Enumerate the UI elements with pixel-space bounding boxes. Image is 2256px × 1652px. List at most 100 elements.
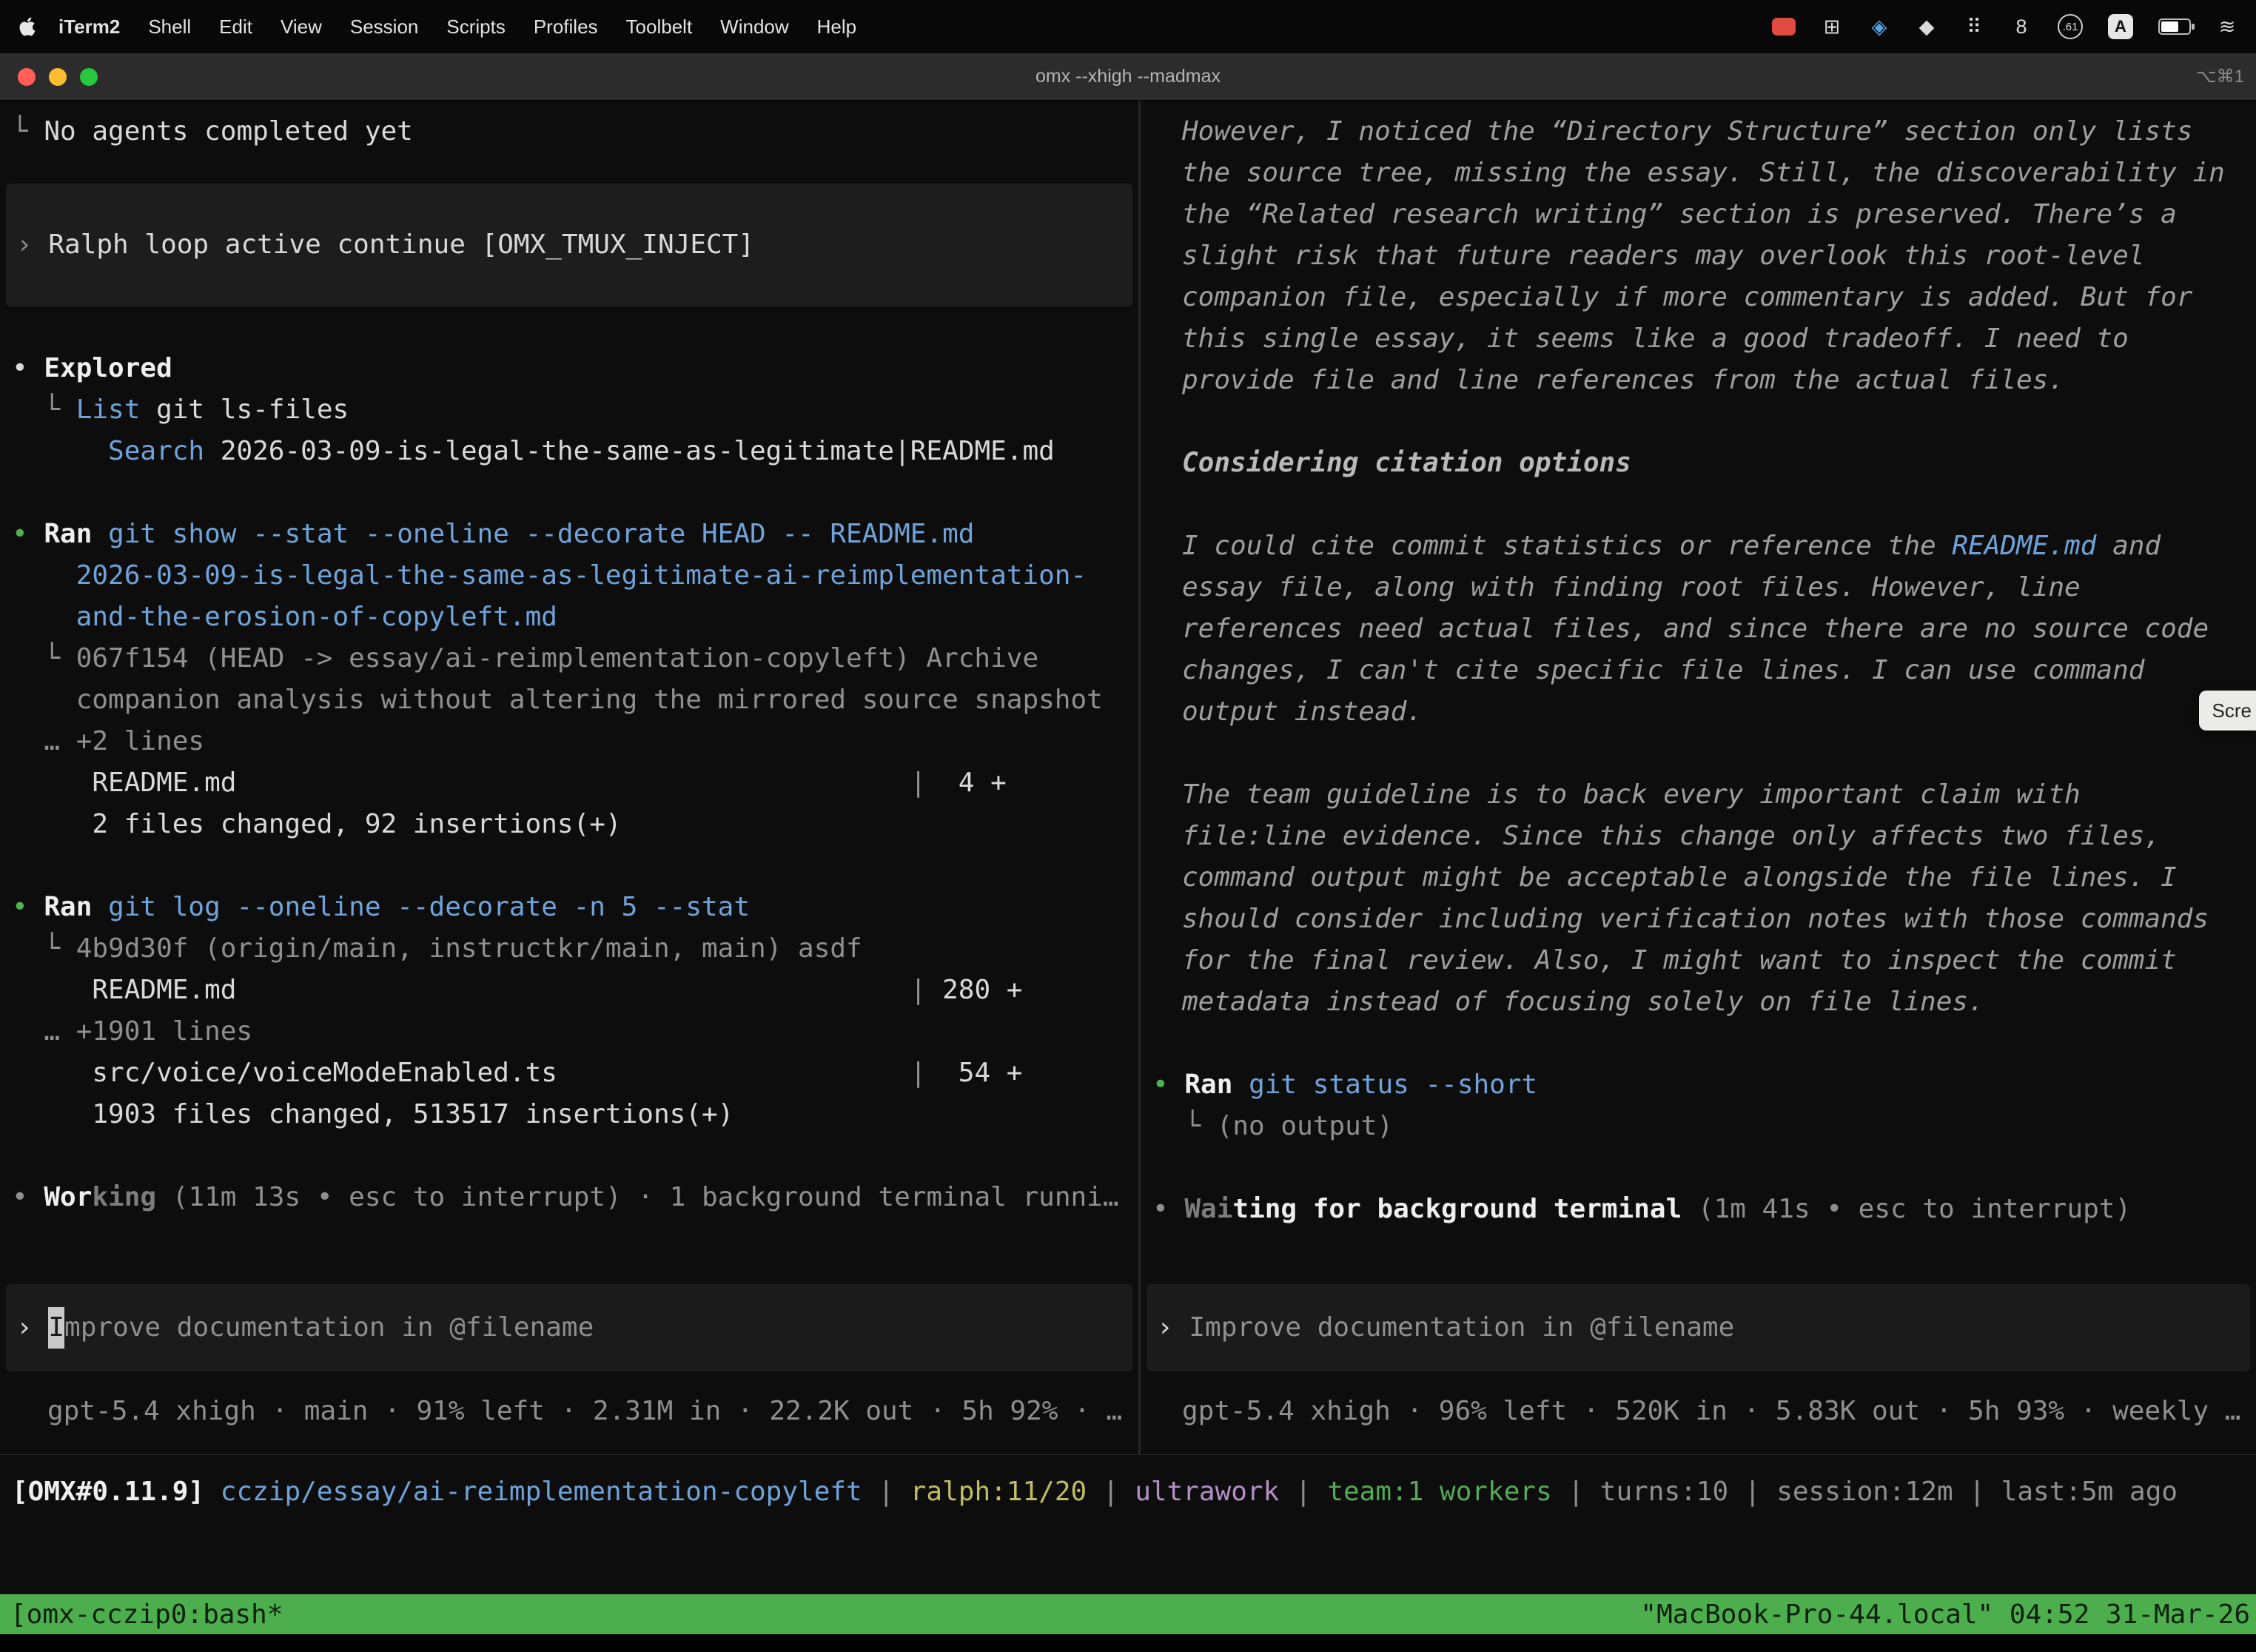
text-segment: (1m 41s • esc to interrupt) [1682, 1194, 2131, 1224]
minimize-button[interactable] [49, 68, 67, 86]
tmux-host-clock: "MacBook-Pro-44.local" 04:52 31-Mar-26 [1640, 1599, 2256, 1630]
menu-iterm2[interactable]: iTerm2 [44, 16, 134, 38]
terminal-bottom-gap [0, 1513, 2256, 1594]
wifi-icon[interactable]: ≋ [2216, 13, 2238, 41]
model-status-line: gpt-5.4 xhigh · main · 91% left · 2.31M … [0, 1391, 1138, 1432]
screen: iTerm2ShellEditViewSessionScriptsProfile… [0, 0, 2256, 1652]
terminal-line: └ 067f154 (HEAD -> essay/ai-reimplementa… [0, 638, 1138, 679]
text-segment: | [862, 1477, 910, 1507]
text-segment: › [16, 224, 48, 266]
git-show-command-line: • Ran git show --stat --oneline --decora… [0, 514, 1138, 555]
menu-edit[interactable]: Edit [205, 16, 266, 38]
menu-window[interactable]: Window [706, 16, 802, 38]
text-segment: git ls-files [140, 394, 349, 425]
terminal-window: └ No agents completed yet › Ralph loop ac… [0, 101, 2256, 1594]
app-dark-icon[interactable]: ◆ [1916, 13, 1938, 41]
prompt-input[interactable]: › Improve documentation in @filename [1147, 1284, 2250, 1371]
menu-profiles[interactable]: Profiles [520, 16, 612, 38]
close-button[interactable] [18, 68, 36, 86]
screen-recording-indicator[interactable] [1772, 18, 1796, 36]
text-segment: Considering citation options [1182, 448, 1631, 478]
text-segment: last:5m ago [2001, 1477, 2178, 1507]
window-grid-icon[interactable]: ⊞ [1821, 13, 1843, 41]
battery-icon[interactable] [2158, 19, 2191, 35]
tmux-pane-right: However, I noticed the “Directory Struct… [1141, 101, 2256, 1454]
menu-view[interactable]: View [266, 16, 336, 38]
text-segment: Wai [1184, 1194, 1232, 1224]
gauge-61-icon[interactable]: .61 [2058, 14, 2083, 39]
menu-toolbelt[interactable]: Toolbelt [612, 16, 707, 38]
text-segment: Search [108, 436, 204, 466]
working-status-line: • Working (11m 13s • esc to interrupt) ·… [0, 1177, 1138, 1218]
menu-shell[interactable]: Shell [134, 16, 205, 38]
tmux-pane-left: └ No agents completed yet › Ralph loop ac… [0, 101, 1138, 1454]
menu-help[interactable]: Help [803, 16, 870, 38]
agents-status-line: └ No agents completed yet [0, 111, 1138, 152]
text-segment: 4 + [926, 768, 1006, 798]
text-segment: | [1552, 1477, 1600, 1507]
text-segment: └ 4b9d30f (origin/main, instructkr/main,… [12, 933, 862, 964]
text-segment: ultrawork [1135, 1477, 1279, 1507]
text-segment: 1903 files changed, 513517 insertions(+) [12, 1099, 733, 1129]
menu-scripts[interactable]: Scripts [432, 16, 519, 38]
terminal-line: 1903 files changed, 513517 insertions(+) [0, 1094, 1138, 1135]
text-segment: › [16, 1307, 48, 1349]
text-segment: README.md [12, 768, 910, 798]
screen-share-tooltip[interactable]: Scre [2199, 691, 2256, 731]
text-segment: session:12m [1776, 1477, 1953, 1507]
menu-items: iTerm2ShellEditViewSessionScriptsProfile… [44, 16, 870, 38]
terminal-line: Search 2026-03-09-is-legal-the-same-as-l… [0, 431, 1138, 472]
blank-line [1141, 1147, 2256, 1189]
text-segment: README.md [12, 975, 910, 1005]
terminal-line: … +2 lines [0, 721, 1138, 762]
text-segment: • [12, 1182, 44, 1212]
tmux-panes: └ No agents completed yet › Ralph loop ac… [0, 101, 2256, 1455]
text-segment: • [12, 519, 44, 549]
text-segment: 280 + [926, 975, 1022, 1005]
thinking-paragraph: I could cite commit statistics or refere… [1141, 526, 2256, 733]
blank-line [0, 1135, 1138, 1177]
text-segment: • [1152, 1194, 1184, 1224]
ralph-loop-banner: › Ralph loop active continue [OMX_TMUX_I… [6, 184, 1132, 306]
text-segment: No agents completed yet [44, 116, 413, 147]
text-segment: › [1157, 1307, 1189, 1349]
text-segment: team:1 workers [1327, 1477, 1551, 1507]
text-segment: turns:10 [1600, 1477, 1728, 1507]
text-segment: └ (no output) [1152, 1111, 1393, 1141]
menu-session[interactable]: Session [336, 16, 433, 38]
git-log-command-line: • Ran git log --oneline --decorate -n 5 … [0, 887, 1138, 928]
text-segment: | [910, 768, 927, 798]
input-source-icon[interactable]: A [2108, 14, 2133, 39]
explored-header: • Explored [0, 348, 1138, 389]
git-status-command-line: • Ran git status --short [1141, 1064, 2256, 1106]
text-segment: ting for background terminal [1232, 1194, 1682, 1224]
blank-line [0, 306, 1138, 348]
terminal-line: └ 4b9d30f (origin/main, instructkr/main,… [0, 928, 1138, 970]
terminal-line: 2026-03-09-is-legal-the-same-as-legitima… [0, 555, 1138, 597]
apple-menu-icon[interactable] [10, 16, 44, 38]
window-title-bar: omx --xhigh --madmax ⌥⌘1 [0, 53, 2256, 101]
text-segment: • [1152, 1070, 1184, 1100]
number-8-icon[interactable]: 8 [2010, 13, 2032, 41]
text-segment: 2026-03-09-is-legal-the-same-as-legitima… [204, 436, 1055, 466]
text-segment: Ralph loop active continue [OMX_TMUX_INJ… [48, 224, 754, 266]
macos-menu-bar: iTerm2ShellEditViewSessionScriptsProfile… [0, 0, 2256, 53]
menubar-status-icons: ⊞ ◈ ◆ ⠿ 8 .61 A ≋ [1772, 13, 2246, 41]
apps-grid-icon[interactable]: ⠿ [1963, 13, 1985, 41]
text-segment: | [1279, 1477, 1327, 1507]
text-segment: Explored [44, 353, 172, 383]
text-segment: The team guideline is to back every impo… [1182, 779, 2209, 1017]
text-segment: └ [12, 394, 76, 425]
text-segment: … +1901 lines [12, 1016, 252, 1047]
text-segment: However, I noticed the “Directory Struct… [1182, 116, 2225, 395]
app-blue-icon[interactable]: ◈ [1868, 13, 1890, 41]
text-segment: | [910, 1058, 927, 1088]
text-segment: (11m 13s • esc to interrupt) · 1 backgro… [156, 1182, 1118, 1212]
pane-spacer [0, 1218, 1138, 1284]
text-segment: git log --oneline --decorate -n 5 --stat [108, 892, 750, 922]
text-segment: git show --stat --oneline --decorate HEA… [108, 519, 974, 549]
text-segment: companion analysis without altering the … [12, 685, 1103, 715]
zoom-button[interactable] [80, 68, 98, 86]
text-segment: ralph:11/20 [910, 1477, 1087, 1507]
prompt-input[interactable]: › Improve documentation in @filename [6, 1284, 1132, 1371]
